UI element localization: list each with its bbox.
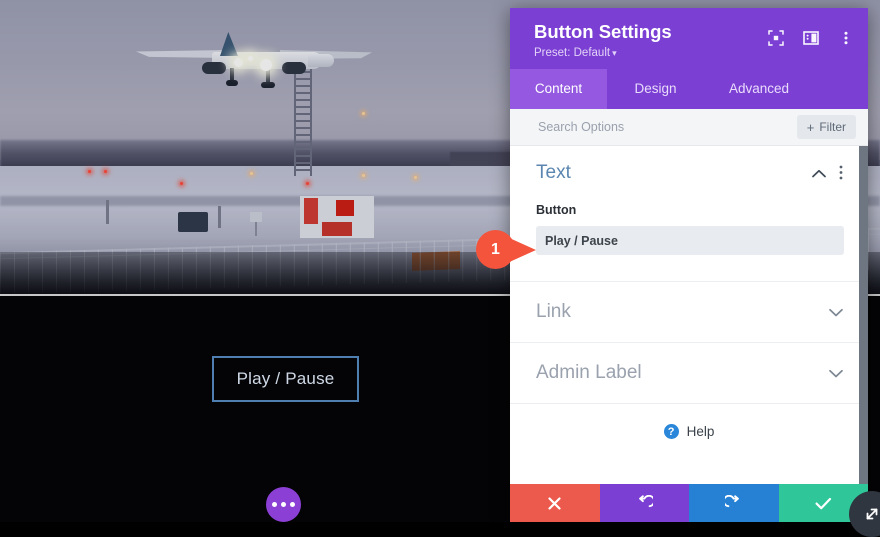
redo-button[interactable] — [689, 484, 779, 522]
preset-label: Preset: Default — [534, 47, 611, 60]
help-icon: ? — [663, 424, 679, 440]
section-options-icon[interactable] — [838, 165, 844, 181]
chevron-down-icon[interactable] — [828, 366, 844, 381]
search-bar: + Filter — [510, 109, 868, 147]
tab-design[interactable]: Design — [607, 69, 704, 109]
header-icon-group — [768, 30, 854, 46]
section-admin-label[interactable]: Admin Label — [510, 342, 868, 403]
plus-icon: + — [806, 119, 815, 135]
dot — [281, 502, 286, 507]
module-options-button[interactable] — [266, 487, 301, 522]
chevron-up-icon[interactable] — [811, 166, 827, 181]
dot — [272, 502, 277, 507]
button-field-label: Button — [536, 203, 577, 218]
section-text: Text Button — [510, 146, 868, 281]
tab-advanced[interactable]: Advanced — [704, 69, 814, 109]
callout-marker-1: 1 — [476, 230, 538, 270]
more-options-icon[interactable] — [838, 30, 854, 46]
tab-content[interactable]: Content — [510, 69, 607, 110]
modal-header: Button Settings Preset: Default ▾ — [510, 8, 868, 70]
play-pause-button-label: Play / Pause — [236, 369, 335, 388]
search-input[interactable] — [536, 119, 797, 136]
layout-view-icon[interactable] — [803, 30, 819, 46]
tab-bar: Content Design Advanced — [510, 69, 868, 110]
help-row[interactable]: ? Help — [510, 403, 868, 459]
dot — [290, 502, 295, 507]
cancel-button[interactable] — [510, 484, 600, 522]
screen-root: Play / Pause Button Settings Preset: Def… — [0, 0, 880, 537]
button-text-input[interactable] — [536, 226, 844, 256]
filter-button[interactable]: + Filter — [796, 115, 856, 140]
play-pause-button[interactable]: Play / Pause — [212, 356, 359, 402]
preset-selector[interactable]: Preset: Default ▾ — [534, 47, 852, 59]
chevron-down-icon[interactable] — [828, 305, 844, 320]
modal-body: Text Button L — [510, 146, 868, 484]
focus-mode-icon[interactable] — [768, 30, 784, 46]
section-link-title: Link — [536, 301, 571, 323]
scrollbar[interactable] — [859, 146, 868, 484]
undo-button[interactable] — [599, 484, 689, 522]
section-link[interactable]: Link — [510, 281, 868, 342]
marker-number: 1 — [476, 230, 515, 269]
chevron-down-icon: ▾ — [612, 48, 617, 59]
section-admin-label-title: Admin Label — [536, 362, 642, 384]
button-settings-modal: Button Settings Preset: Default ▾ Conten… — [510, 8, 868, 522]
modal-footer — [510, 484, 868, 522]
section-text-title: Text — [536, 162, 571, 184]
help-label: Help — [686, 424, 715, 440]
section-text-header[interactable]: Text — [536, 162, 844, 184]
filter-button-label: Filter — [819, 120, 846, 135]
